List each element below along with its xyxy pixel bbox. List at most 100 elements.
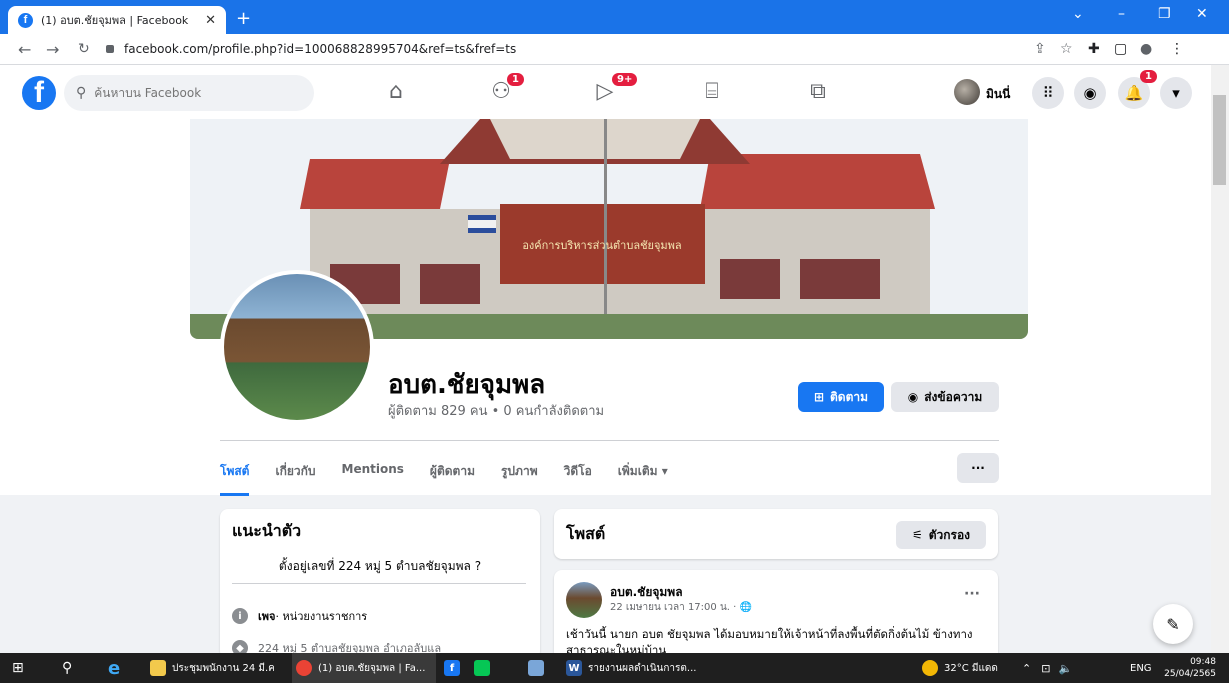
- profile-icon[interactable]: ●: [1140, 41, 1152, 57]
- follow-button[interactable]: ⊞ ติดตาม: [798, 382, 884, 412]
- tab-search-icon[interactable]: ⌄: [1072, 6, 1084, 22]
- language-indicator[interactable]: ENG: [1130, 653, 1152, 683]
- close-tab-icon[interactable]: ✕: [205, 13, 216, 28]
- profile-avatar[interactable]: [220, 270, 374, 424]
- taskbar-folder-label: ประชุมพนักงาน 24 มี.ค: [172, 662, 275, 674]
- bookmark-star-icon[interactable]: ☆: [1060, 41, 1073, 57]
- follow-icon: ⊞: [813, 390, 825, 404]
- follower-stats[interactable]: ผู้ติดตาม 829 คน • 0 คนกำลังติดตาม: [388, 400, 604, 421]
- intro-divider: [232, 583, 526, 584]
- follow-label: ติดตาม: [830, 389, 869, 404]
- tab-photos[interactable]: รูปภาพ: [501, 452, 538, 496]
- url-text: facebook.com/profile.php?id=100068828995…: [124, 42, 517, 56]
- post-card: อบต.ชัยจุมพล 22 เมษายน เวลา 17:00 น. · 🌐…: [554, 570, 998, 660]
- page-title: อบต.ชัยจุมพล: [388, 370, 546, 400]
- new-tab-icon[interactable]: +: [236, 8, 251, 29]
- messenger-small-icon: ◉: [907, 390, 919, 404]
- chrome-icon: [296, 660, 312, 676]
- tab-about[interactable]: เกี่ยวกับ: [275, 452, 315, 496]
- weather-widget[interactable]: 32°C มีแดด: [922, 653, 998, 683]
- search-icon: ⚲: [76, 85, 87, 101]
- filter-button[interactable]: ⚟ ตัวกรอง: [896, 521, 986, 549]
- more-options-button[interactable]: ···: [957, 453, 999, 483]
- taskbar-notepad[interactable]: [528, 653, 550, 683]
- reload-icon[interactable]: ↻: [78, 41, 90, 57]
- taskbar-chrome-label: (1) อบต.ชัยจุมพล | Fa...: [318, 662, 426, 674]
- weather-text: 32°C มีแดด: [944, 662, 998, 674]
- line-app-icon: [474, 660, 490, 676]
- menu-kebab-icon[interactable]: ⋮: [1170, 41, 1184, 57]
- notepad-icon: [528, 660, 544, 676]
- taskbar-search-icon[interactable]: ⚲: [62, 653, 72, 683]
- lock-icon: [106, 45, 114, 53]
- new-message-icon[interactable]: ✎: [1153, 604, 1193, 644]
- posts-header-card: โพสต์ ⚟ ตัวกรอง: [554, 509, 998, 559]
- tray-icons[interactable]: ⌃ ⊡ 🔈: [1022, 653, 1072, 683]
- minimize-icon[interactable]: –: [1118, 6, 1125, 22]
- filter-icon: ⚟: [911, 528, 923, 542]
- clock-time: 09:48: [1190, 657, 1216, 667]
- address-bar[interactable]: facebook.com/profile.php?id=100068828995…: [106, 38, 956, 60]
- post-options-icon[interactable]: ···: [964, 586, 980, 602]
- side-panel-icon[interactable]: ▢: [1114, 41, 1127, 57]
- post-author-avatar[interactable]: [566, 582, 602, 618]
- tab-posts[interactable]: โพสต์: [220, 452, 250, 496]
- forward-icon[interactable]: →: [46, 40, 59, 59]
- taskbar-word-label: รายงานผลดำเนินการต...: [588, 662, 697, 674]
- account-dropdown-icon[interactable]: ▾: [1160, 77, 1192, 109]
- info-icon: i: [232, 608, 248, 624]
- user-avatar[interactable]: [954, 79, 980, 105]
- messenger-icon[interactable]: ◉: [1074, 77, 1106, 109]
- browser-tab-title: (1) อบต.ชัยจุมพล | Facebook: [41, 14, 189, 27]
- back-icon[interactable]: ←: [18, 40, 31, 59]
- facebook-top-bar: f ⚲ ⌂ ⚇ 1 ▷ 9+ ⌸ ⧉ มินนี่ ⠿ ◉ 🔔 1 ▾: [0, 65, 1211, 119]
- extensions-icon[interactable]: ✚: [1088, 41, 1100, 57]
- tray-speaker-icon: 🔈: [1058, 661, 1073, 675]
- notifications-badge: 1: [1140, 70, 1157, 83]
- tab-more[interactable]: เพิ่มเติม ▾: [618, 452, 668, 496]
- filter-label: ตัวกรอง: [928, 527, 971, 542]
- posts-title: โพสต์: [566, 524, 606, 543]
- tray-chevron-icon: ⌃: [1022, 661, 1032, 675]
- folder-icon: [150, 660, 166, 676]
- taskbar-folder[interactable]: ประชุมพนักงาน 24 มี.ค: [150, 653, 275, 683]
- friends-badge: 1: [507, 73, 524, 86]
- facebook-logo-icon[interactable]: f: [22, 76, 56, 110]
- browser-tab[interactable]: f (1) อบต.ชัยจุมพล | Facebook ✕: [8, 6, 226, 34]
- start-icon[interactable]: ⊞: [12, 653, 24, 683]
- tab-mentions[interactable]: Mentions: [342, 452, 404, 496]
- category-text: · หน่วยงานราชการ: [275, 610, 368, 623]
- message-label: ส่งข้อความ: [924, 389, 983, 404]
- facebook-favicon-icon: f: [18, 12, 33, 28]
- taskbar-facebook[interactable]: f: [444, 653, 466, 683]
- search-input[interactable]: [92, 85, 297, 101]
- intro-title: แนะนำตัว: [232, 521, 302, 540]
- clock-date: 25/04/2565: [1164, 669, 1216, 679]
- scrollbar-thumb[interactable]: [1213, 95, 1226, 185]
- user-name[interactable]: มินนี่: [986, 85, 1010, 104]
- category-bold: เพจ: [258, 610, 276, 623]
- cover-sign-text: องค์การบริหารส่วนตำบลชัยจุมพล: [522, 239, 681, 252]
- tray-network-icon: ⊡: [1041, 661, 1051, 675]
- taskbar-word[interactable]: W รายงานผลดำเนินการต...: [566, 653, 696, 683]
- post-time[interactable]: 22 เมษายน เวลา 17:00 น. · 🌐: [610, 600, 752, 615]
- restore-icon[interactable]: ❐: [1158, 6, 1171, 22]
- edge-icon[interactable]: e: [108, 653, 120, 683]
- tab-videos[interactable]: วิดีโอ: [564, 452, 592, 496]
- gaming-icon[interactable]: ⧉: [798, 79, 838, 104]
- facebook-app-icon: f: [444, 660, 460, 676]
- taskbar-clock[interactable]: 09:48 25/04/2565: [1158, 653, 1216, 683]
- facebook-search[interactable]: ⚲: [64, 75, 314, 111]
- share-icon[interactable]: ⇪: [1034, 41, 1046, 57]
- close-window-icon[interactable]: ✕: [1196, 6, 1208, 22]
- home-icon[interactable]: ⌂: [376, 79, 416, 104]
- profile-tabs: โพสต์ เกี่ยวกับ Mentions ผู้ติดตาม รูปภา…: [220, 452, 668, 496]
- browser-tab-strip: f (1) อบต.ชัยจุมพล | Facebook ✕ + ⌄ – ❐ …: [0, 0, 1229, 34]
- taskbar-chrome[interactable]: (1) อบต.ชัยจุมพล | Fa...: [292, 653, 436, 683]
- message-button[interactable]: ◉ ส่งข้อความ: [891, 382, 999, 412]
- menu-grid-icon[interactable]: ⠿: [1032, 77, 1064, 109]
- taskbar-line[interactable]: [474, 653, 496, 683]
- tab-followers[interactable]: ผู้ติดตาม: [430, 452, 475, 496]
- intro-card: แนะนำตัว ตั้งอยู่เลขที่ 224 หมู่ 5 ตำบลช…: [220, 509, 540, 659]
- marketplace-icon[interactable]: ⌸: [692, 79, 732, 104]
